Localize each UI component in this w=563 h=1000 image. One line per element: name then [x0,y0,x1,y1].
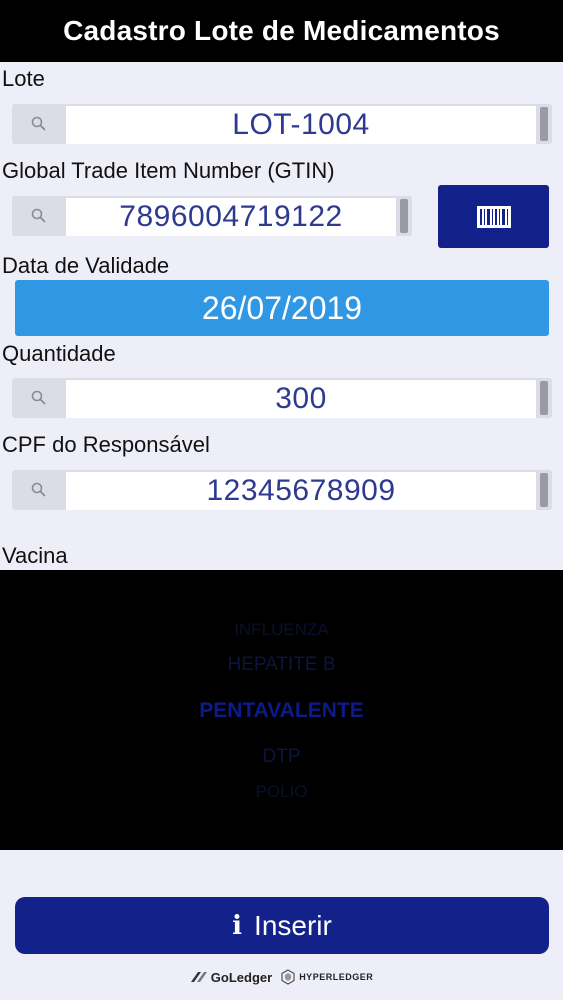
validade-label: Data de Validade [2,253,170,278]
cpf-label: CPF do Responsável [2,432,210,457]
lote-label: Lote [2,66,45,91]
gtin-input[interactable]: 7896004719122 [66,197,396,236]
search-icon [12,470,66,510]
page-title: Cadastro Lote de Medicamentos [0,0,563,62]
footer-brands: GoLedger HYPERLEDGER [0,965,563,989]
gtin-scrollbar [396,196,412,236]
goledger-logo: GoLedger [190,970,272,985]
search-icon [12,104,66,144]
picker-option[interactable]: HEPATITE B [0,654,563,676]
search-icon [12,378,66,418]
quantidade-field[interactable]: 300 [12,378,552,418]
lote-input[interactable]: LOT-1004 [66,105,536,144]
cpf-input[interactable]: 12345678909 [66,471,536,510]
cpf-scrollbar [536,470,552,510]
hyperledger-logo: HYPERLEDGER [280,969,373,985]
cpf-field[interactable]: 12345678909 [12,470,552,510]
barcode-scan-button[interactable] [438,185,549,248]
lote-scrollbar [536,104,552,144]
barcode-icon [476,205,511,228]
quantidade-scrollbar [536,378,552,418]
picker-option[interactable]: DTP [0,746,563,768]
date-picker-button[interactable]: 26/07/2019 [15,280,549,336]
quantidade-label: Quantidade [2,341,116,366]
picker-option[interactable]: INFLUENZA [0,620,563,640]
vacina-label: Vacina [2,543,68,568]
insert-button-label: Inserir [254,909,332,941]
search-icon [12,196,66,236]
gtin-label: Global Trade Item Number (GTIN) [2,158,335,183]
info-icon: i [232,910,243,941]
lote-field[interactable]: LOT-1004 [12,104,552,144]
vacina-picker[interactable]: INFLUENZA HEPATITE B PENTAVALENTE DTP PO… [0,570,563,850]
quantidade-input[interactable]: 300 [66,379,536,418]
insert-button[interactable]: i Inserir [15,897,549,954]
gtin-field[interactable]: 7896004719122 [12,196,412,236]
picker-option-selected[interactable]: PENTAVALENTE [0,699,563,723]
picker-option[interactable]: POLIO [0,782,563,802]
